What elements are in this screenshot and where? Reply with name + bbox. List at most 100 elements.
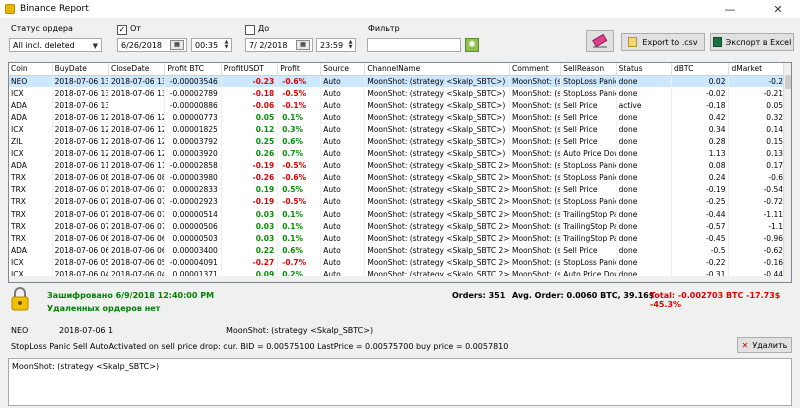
table-cell: StopLoss Panic S xyxy=(560,159,617,172)
table-row[interactable]: TRX2018-07-06 08:12018-07-06 08:2-0.0000… xyxy=(9,171,787,184)
column-header[interactable]: Comment xyxy=(509,63,562,76)
table-cell: 0.1% xyxy=(277,220,322,233)
table-row[interactable]: ADA2018-07-06 12:52018-07-06 12:50.00000… xyxy=(9,111,787,124)
calendar-icon[interactable]: ▦ xyxy=(170,40,184,50)
delete-icon: ✕ xyxy=(741,340,749,350)
table-cell: -1.11 xyxy=(728,208,787,221)
table-row[interactable]: ADA2018-07-06 13:2 -0.00000886-0.06-0.1%A… xyxy=(9,99,787,112)
horizontal-scrollbar[interactable] xyxy=(9,276,785,282)
table-cell: Auto xyxy=(320,159,366,172)
time-spinner-icon[interactable]: ▲ ▼ xyxy=(347,40,354,51)
table-cell: done xyxy=(616,256,673,269)
table-cell: 0.00000506 xyxy=(164,220,222,233)
column-header[interactable]: dBTC xyxy=(671,63,730,76)
table-row[interactable]: ICX2018-07-06 12:02018-07-06 12:00.00003… xyxy=(9,147,787,160)
table-row[interactable]: TRX2018-07-06 07:02018-07-06 07:00.00000… xyxy=(9,220,787,233)
table-cell: -0.45 xyxy=(671,232,730,245)
table-cell: TrailingStop Pani xyxy=(560,208,617,221)
table-cell: 2018-07-06 07:0 xyxy=(52,208,109,221)
column-header[interactable]: ProfitUSDT xyxy=(221,63,279,76)
delete-button[interactable]: ✕ Удалить xyxy=(737,337,792,353)
gear-icon: ✱ xyxy=(468,40,476,50)
table-cell: Auto xyxy=(320,123,366,136)
table-cell: Auto xyxy=(320,147,366,160)
scrollbar-thumb[interactable] xyxy=(785,75,791,89)
column-header[interactable]: ChannelName xyxy=(364,63,510,76)
table-row[interactable]: TRX2018-07-06 07:02018-07-06 07:00.00000… xyxy=(9,208,787,221)
table-row[interactable]: TRX2018-07-06 07:22018-07-06 07:2-0.0000… xyxy=(9,195,787,209)
table-cell: ICX xyxy=(9,87,53,100)
from-time-field[interactable]: 00:35 ▲ ▼ xyxy=(191,38,232,52)
column-header[interactable]: dMarket xyxy=(728,63,787,76)
total-profit: Total: -0.002703 BTC -17.73$ -45.3% xyxy=(650,291,781,309)
from-time-value: 00:35 xyxy=(195,40,219,50)
orders-grid[interactable]: Coin BuyDate CloseDate Profit BTC ProfitUSDT… xyxy=(8,62,792,283)
table-cell: Sell Price xyxy=(560,99,617,112)
table-cell: 2018-07-06 12:5 xyxy=(52,111,109,124)
export-csv-label: Export to .csv xyxy=(642,37,698,47)
table-row[interactable]: TRX2018-07-06 07:52018-07-06 07:50.00002… xyxy=(9,183,787,196)
column-header[interactable]: Profit BTC xyxy=(164,63,222,76)
table-row[interactable]: TRX2018-07-06 06:52018-07-06 06:50.00000… xyxy=(9,232,787,245)
table-cell: 0.13 xyxy=(728,147,787,160)
table-cell: 2018-07-06 07:5 xyxy=(52,183,109,196)
from-checkbox[interactable]: ✓ xyxy=(117,25,127,35)
table-cell: TRX xyxy=(9,208,53,221)
column-header[interactable]: Source xyxy=(320,63,366,76)
table-cell: Auto xyxy=(320,183,366,196)
table-row[interactable]: ADA2018-07-06 11:22018-07-06 11:3-0.0000… xyxy=(9,159,787,172)
to-time-field[interactable]: 23:59 ▲ ▼ xyxy=(316,38,356,52)
table-row[interactable]: ICX2018-07-06 12:42018-07-06 12:40.00001… xyxy=(9,123,787,136)
table-cell: ICX xyxy=(9,123,53,136)
deleted-orders-status: Удаленных ордеров нет xyxy=(47,304,161,313)
to-date-value: 7/ 2/2018 xyxy=(249,40,288,50)
column-header[interactable]: Profit xyxy=(277,63,322,76)
note-textarea[interactable]: MoonShot: (strategy <Skalp_SBTC>) xyxy=(8,358,792,406)
table-cell: 2018-07-06 12:5 xyxy=(108,111,166,124)
column-header[interactable]: Status xyxy=(616,63,673,76)
from-date-picker[interactable]: 6/26/2018 ▦ xyxy=(117,38,187,52)
export-excel-button[interactable]: Экспорт в Excel xyxy=(710,33,794,51)
column-header[interactable]: CloseDate xyxy=(108,63,166,76)
table-cell: MoonShot: (str xyxy=(509,75,562,88)
table-cell: 2018-07-06 06:5 xyxy=(52,232,109,245)
table-cell: -0.6% xyxy=(277,75,322,88)
table-row[interactable]: ICX2018-07-06 13:22018-07-06 13:4-0.0000… xyxy=(9,87,787,100)
table-cell: done xyxy=(616,208,673,221)
apply-filter-button[interactable]: ✱ xyxy=(465,38,479,52)
table-cell: MoonShot: (str xyxy=(509,123,562,136)
column-header[interactable]: SellReason xyxy=(560,63,617,76)
table-row[interactable]: ZIL2018-07-06 12:32018-07-06 12:40.00003… xyxy=(9,135,787,148)
table-row[interactable]: NEO2018-07-06 13:52018-07-06 13:5-0.0000… xyxy=(9,75,787,88)
minimize-button[interactable]: — xyxy=(712,0,748,18)
table-cell: -0.22 xyxy=(671,256,730,269)
table-cell: TRX xyxy=(9,232,53,245)
close-button[interactable]: ✕ xyxy=(760,0,796,18)
calendar-icon[interactable]: ▦ xyxy=(296,40,310,50)
table-cell: 0.34 xyxy=(671,123,730,136)
table-row[interactable]: ICX2018-07-06 05:22018-07-06 05:2-0.0000… xyxy=(9,256,787,269)
time-spinner-icon[interactable]: ▲ ▼ xyxy=(223,40,230,51)
table-cell: active xyxy=(616,99,673,112)
vertical-scrollbar[interactable] xyxy=(783,63,791,282)
table-cell: 0.02 xyxy=(671,75,730,88)
column-header[interactable]: Coin xyxy=(9,63,53,76)
to-checkbox[interactable] xyxy=(245,25,255,35)
table-cell: 2018-07-06 06:5 xyxy=(108,232,166,245)
table-cell: 2018-07-06 13:5 xyxy=(52,75,109,88)
table-row[interactable]: ADA2018-07-06 06:02018-07-06 06:20.00003… xyxy=(9,244,787,257)
status-select[interactable]: All incl. deleted ▼ xyxy=(9,38,102,52)
filter-input[interactable] xyxy=(367,38,461,52)
table-cell: 2018-07-06 12:4 xyxy=(108,135,166,148)
to-date-picker[interactable]: 7/ 2/2018 ▦ xyxy=(245,38,313,52)
table-cell: Sell Price xyxy=(560,135,617,148)
table-cell: Auto xyxy=(320,220,366,233)
export-csv-button[interactable]: Export to .csv xyxy=(621,33,705,51)
table-cell: 0.3% xyxy=(277,123,322,136)
table-cell: done xyxy=(616,75,673,88)
eraser-button[interactable] xyxy=(586,30,614,52)
grid-header-row: Coin BuyDate CloseDate Profit BTC ProfitUSDT… xyxy=(9,63,787,76)
binance-report-window: Binance Report — ✕ Статус ордера All inc… xyxy=(0,0,800,408)
table-cell xyxy=(108,99,166,112)
column-header[interactable]: BuyDate xyxy=(52,63,109,76)
